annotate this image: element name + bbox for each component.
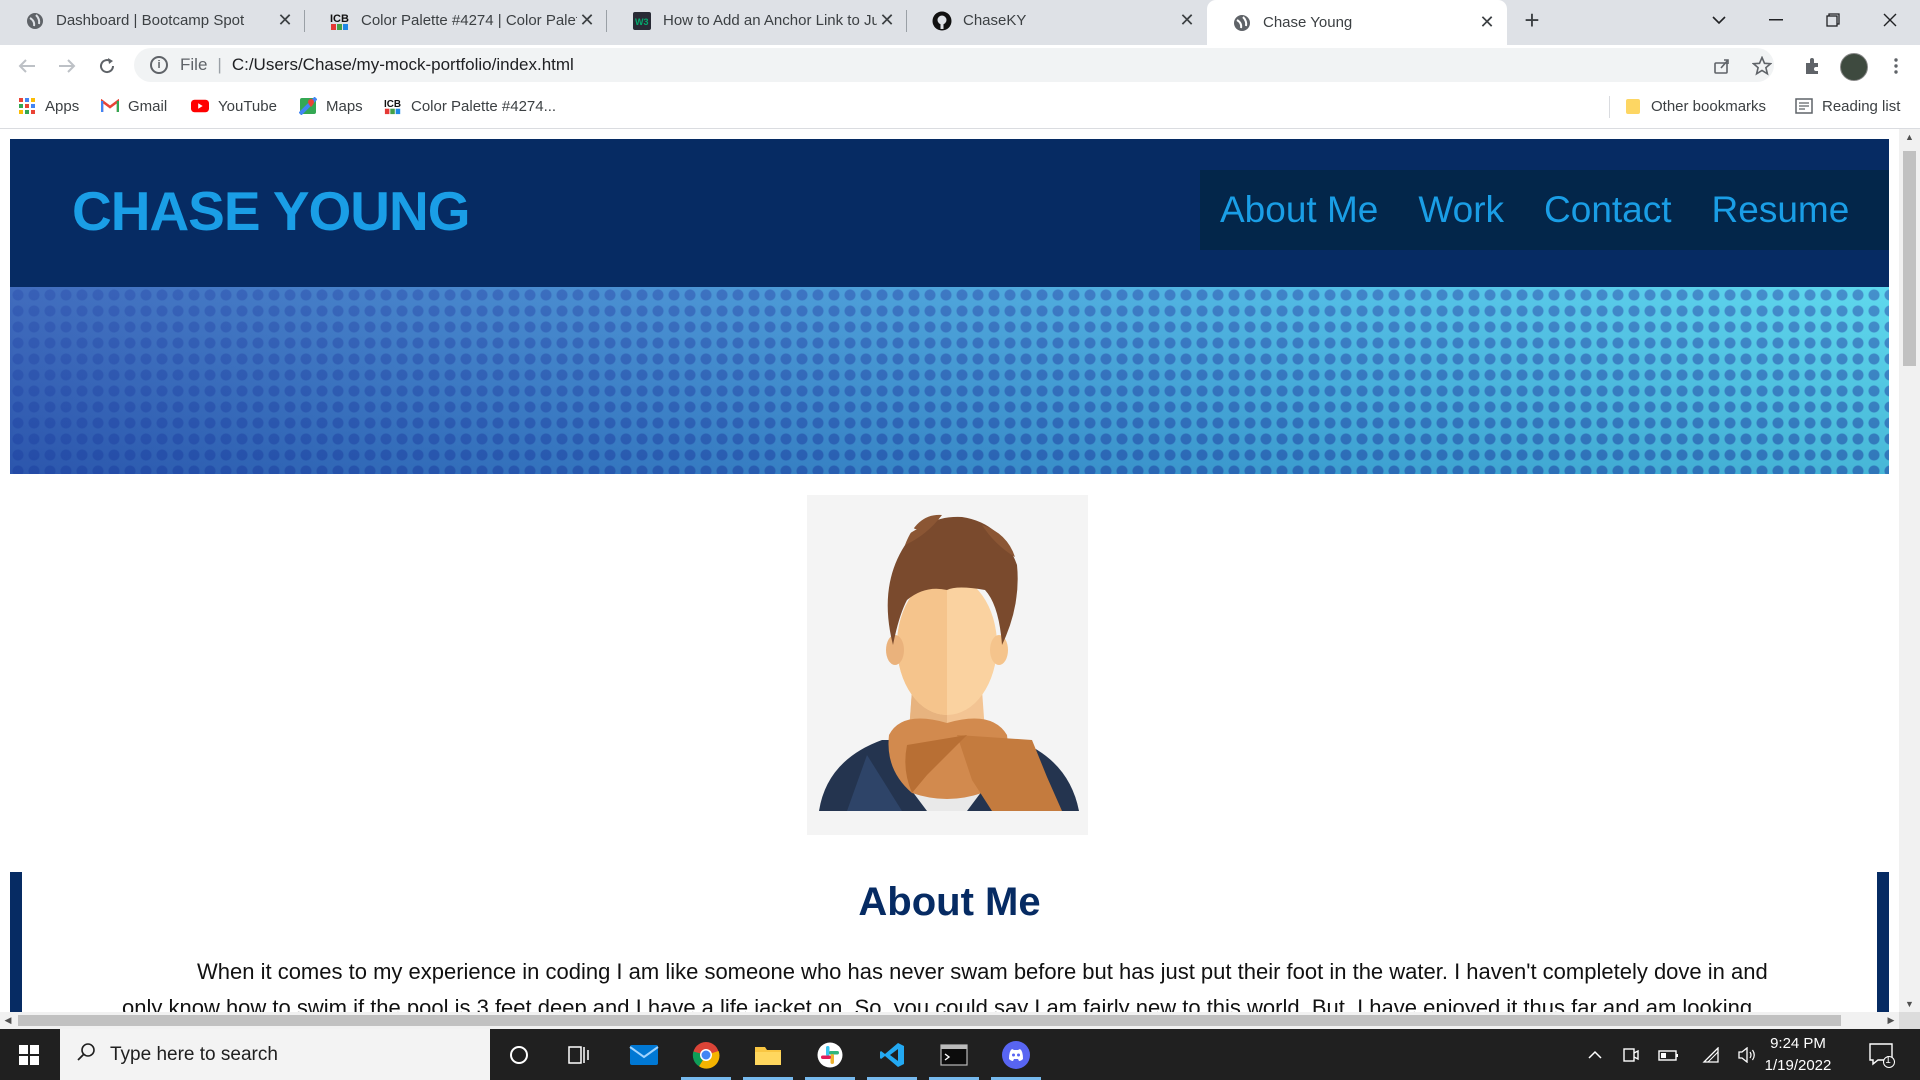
profile-avatar[interactable]: [1840, 53, 1868, 81]
close-tab-icon[interactable]: ✕: [577, 10, 597, 31]
bookmark-maps[interactable]: Maps: [299, 95, 363, 117]
scroll-left-arrow-icon[interactable]: ◀: [0, 1012, 16, 1029]
hero-banner: [10, 287, 1889, 474]
address-bar[interactable]: i File | C:/Users/Chase/my-mock-portfoli…: [134, 48, 1774, 82]
site-header: CHASE YOUNG About Me Work Contact Resume: [10, 139, 1889, 287]
tab-bootcamp-spot[interactable]: Dashboard | Bootcamp Spot ✕: [0, 0, 305, 41]
svg-text:W3: W3: [635, 17, 649, 27]
discord-app-icon[interactable]: [987, 1029, 1045, 1080]
apps-grid-icon: [18, 97, 36, 115]
show-hidden-icons[interactable]: [1578, 1029, 1612, 1080]
bookmark-gmail[interactable]: Gmail: [101, 95, 167, 117]
taskbar-search[interactable]: Type here to search: [60, 1029, 490, 1080]
taskbar-clock[interactable]: 9:24 PM 1/19/2022: [1758, 1033, 1838, 1077]
scroll-up-arrow-icon[interactable]: ▲: [1899, 129, 1920, 145]
windows-taskbar: Type here to search 9:24 PM 1/19/2022 1: [0, 1029, 1920, 1080]
icb-icon: ICB: [384, 97, 402, 115]
mail-app-icon[interactable]: [615, 1029, 673, 1080]
tab-anchor-link[interactable]: W3 How to Add an Anchor Link to Ju ✕: [607, 0, 907, 41]
close-tab-icon[interactable]: ✕: [275, 10, 295, 31]
about-section: About Me When it comes to my experience …: [10, 872, 1889, 1012]
profile-image: [807, 495, 1088, 835]
slack-app-icon[interactable]: [801, 1029, 859, 1080]
more-menu-icon[interactable]: [1884, 54, 1908, 78]
about-title: About Me: [858, 880, 1041, 924]
github-icon: [932, 11, 952, 31]
notification-count: 1: [1885, 1055, 1891, 1066]
back-button[interactable]: [12, 51, 42, 81]
browser-toolbar: i File | C:/Users/Chase/my-mock-portfoli…: [0, 45, 1920, 85]
bookmarks-bar: Apps Gmail YouTube Maps ICB Color Palett…: [0, 85, 1920, 129]
folder-icon: [1624, 97, 1642, 115]
tab-github[interactable]: ChaseKY ✕: [907, 0, 1207, 41]
close-tab-icon[interactable]: ✕: [1477, 12, 1497, 33]
scroll-right-arrow-icon[interactable]: ▶: [1883, 1012, 1899, 1029]
nav-link-about-me[interactable]: About Me: [1220, 189, 1378, 231]
icb-icon: ICB: [330, 11, 350, 31]
globe-icon: [25, 11, 45, 31]
battery-icon[interactable]: [1651, 1029, 1687, 1080]
notification-center-icon[interactable]: 1: [1862, 1029, 1902, 1080]
cortana-icon[interactable]: [490, 1029, 548, 1080]
url-text[interactable]: C:/Users/Chase/my-mock-portfolio/index.h…: [232, 55, 574, 75]
reading-list-icon: [1795, 97, 1813, 115]
windows-logo-icon: [19, 1044, 39, 1065]
site-name: CHASE YOUNG: [72, 180, 470, 242]
close-tab-icon[interactable]: ✕: [1177, 10, 1197, 31]
vscode-app-icon[interactable]: [863, 1029, 921, 1080]
w3-icon: W3: [632, 11, 652, 31]
share-icon[interactable]: [1710, 54, 1734, 78]
site-nav: About Me Work Contact Resume: [1200, 170, 1889, 250]
extensions-icon[interactable]: [1800, 54, 1824, 78]
nav-link-work[interactable]: Work: [1418, 189, 1504, 231]
bookmark-star-icon[interactable]: [1750, 54, 1774, 78]
svg-text:ICB: ICB: [330, 13, 349, 25]
wifi-icon[interactable]: [1694, 1029, 1728, 1080]
protocol-label: File: [180, 55, 208, 74]
globe-icon: [1232, 13, 1252, 33]
bookmark-color-palette[interactable]: ICB Color Palette #4274...: [384, 95, 556, 117]
other-bookmarks[interactable]: Other bookmarks: [1624, 95, 1766, 117]
nav-link-resume[interactable]: Resume: [1712, 189, 1850, 231]
maps-icon: [299, 97, 317, 115]
bookmark-youtube[interactable]: YouTube: [191, 95, 277, 117]
search-icon: [76, 1042, 96, 1068]
start-button[interactable]: [0, 1029, 58, 1080]
scroll-down-arrow-icon[interactable]: ▼: [1899, 996, 1920, 1012]
horizontal-scroll-thumb[interactable]: [18, 1015, 1841, 1026]
meet-now-icon[interactable]: [1614, 1029, 1648, 1080]
terminal-app-icon[interactable]: [925, 1029, 983, 1080]
new-tab-button[interactable]: +: [1518, 5, 1546, 35]
restore-icon[interactable]: [1813, 4, 1853, 36]
vertical-scroll-thumb[interactable]: [1903, 151, 1916, 366]
reload-button[interactable]: [92, 51, 122, 81]
about-paragraph: When it comes to my experience in coding…: [122, 959, 1768, 1012]
task-view-icon[interactable]: [550, 1029, 608, 1080]
youtube-icon: [191, 97, 209, 115]
gmail-icon: [101, 97, 119, 115]
tab-chase-young[interactable]: Chase Young ✕: [1207, 0, 1507, 45]
chrome-app-icon[interactable]: [677, 1029, 735, 1080]
svg-text:ICB: ICB: [384, 99, 401, 110]
info-icon[interactable]: i: [150, 56, 168, 74]
page-viewport: CHASE YOUNG About Me Work Contact Resume: [0, 129, 1899, 1012]
tab-color-palette[interactable]: ICB Color Palette #4274 | Color Palett ✕: [305, 0, 607, 41]
close-window-icon[interactable]: [1870, 4, 1910, 36]
tab-search-icon[interactable]: [1699, 4, 1739, 36]
vertical-scrollbar[interactable]: ▲ ▼: [1899, 129, 1920, 1012]
forward-button[interactable]: [52, 51, 82, 81]
nav-link-contact[interactable]: Contact: [1544, 189, 1672, 231]
tab-strip: Dashboard | Bootcamp Spot ✕ ICB Color Pa…: [0, 0, 1920, 45]
horizontal-scrollbar[interactable]: ◀ ▶: [0, 1012, 1899, 1029]
reading-list[interactable]: Reading list: [1795, 95, 1900, 117]
close-tab-icon[interactable]: ✕: [877, 10, 897, 31]
file-explorer-icon[interactable]: [739, 1029, 797, 1080]
minimize-icon[interactable]: [1756, 4, 1796, 36]
bookmark-apps[interactable]: Apps: [18, 95, 79, 117]
